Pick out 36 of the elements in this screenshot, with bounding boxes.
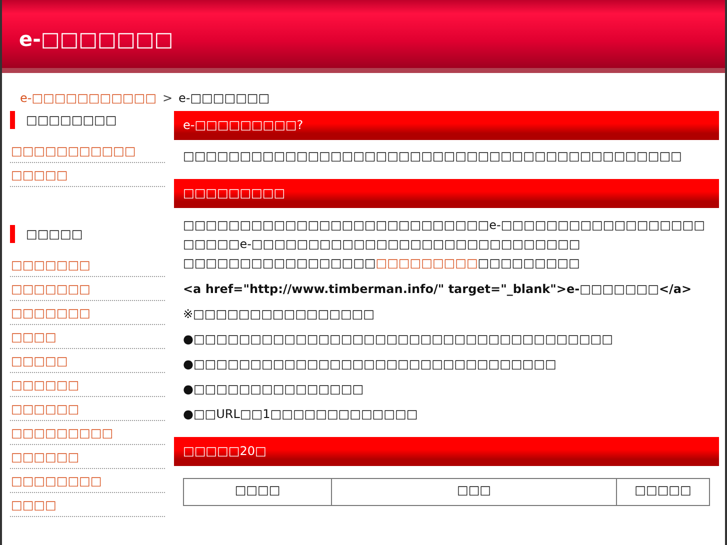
paragraph: □□□□□□□□□□□□□□□□□□□□□□□□□□□□□□□□□□□□□□□□□□□□: [183, 149, 683, 163]
site-title: e-□□□□□□□: [19, 26, 174, 51]
breadcrumb-current: e-□□□□□□□: [178, 91, 270, 105]
table-header-cell: □□□□: [184, 478, 332, 506]
sidebar-link[interactable]: □□□□□□: [10, 445, 165, 469]
paragraph: ●□□□□□□□□□□□□□□□□□□□□□□□□□□□□□□□□: [183, 357, 558, 371]
table-header-cell: □□□□□: [616, 478, 710, 506]
sidebar-link[interactable]: □□□□□□□: [10, 301, 165, 325]
section-heading: □□□□□□□□□: [174, 179, 719, 208]
paragraph: □□□□□e-□□□□□□□□□□□□□□□□□□□□□□□□□□□□□: [183, 237, 582, 251]
sidebar-link[interactable]: □□□□□□: [10, 397, 165, 421]
paragraph: ●□□□□□□□□□□□□□□□: [183, 382, 365, 396]
sidebar-link[interactable]: □□□□□□: [10, 373, 165, 397]
table-header-cell: □□□: [332, 478, 616, 506]
paragraph: □□□□□□□□□□□□□□□□□□□□□□□□□□□□□□□□□□□: [183, 256, 581, 270]
sidebar-link[interactable]: □□□□□□□□□□□: [10, 139, 165, 163]
sidebar-link[interactable]: □□□□□□□□: [10, 469, 165, 493]
sidebar-link[interactable]: □□□□□□□: [10, 277, 165, 301]
sidebar-link[interactable]: □□□□: [10, 325, 165, 349]
paragraph: ※□□□□□□□□□□□□□□□□: [183, 307, 376, 321]
breadcrumb-link[interactable]: e-□□□□□□□□□□□: [20, 91, 156, 105]
inline-link[interactable]: □□□□□□□□□: [376, 256, 478, 270]
paragraph: □□□□□□□□□□□□□□□□□□□□□□□□□□□e-□□□□□□□□□□□□□□□□□□: [183, 218, 706, 232]
sidebar-link[interactable]: □□□□□□□□□: [10, 421, 165, 445]
section-heading: □□□□□20□: [174, 437, 719, 466]
breadcrumb-separator: >: [162, 91, 172, 105]
paragraph: ●□□URL□□1□□□□□□□□□□□□□: [183, 407, 419, 421]
sidebar-link[interactable]: □□□□□: [10, 349, 165, 373]
sidebar-link[interactable]: □□□□: [10, 493, 165, 517]
paragraph: ●□□□□□□□□□□□□□□□□□□□□□□□□□□□□□□□□□□□□□: [183, 332, 614, 346]
sidebar-link[interactable]: □□□□□: [10, 163, 165, 187]
section-heading: e-□□□□□□□□□?: [174, 111, 719, 140]
sidebar-link[interactable]: □□□□□□□: [10, 253, 165, 277]
sidebar-heading: □□□□□□□□: [10, 111, 165, 129]
link-code: <a href="http://www.timberman.info/" target="_blank">e-□□□□□□□</a>: [183, 282, 693, 296]
sidebar-heading: □□□□□: [10, 225, 165, 243]
